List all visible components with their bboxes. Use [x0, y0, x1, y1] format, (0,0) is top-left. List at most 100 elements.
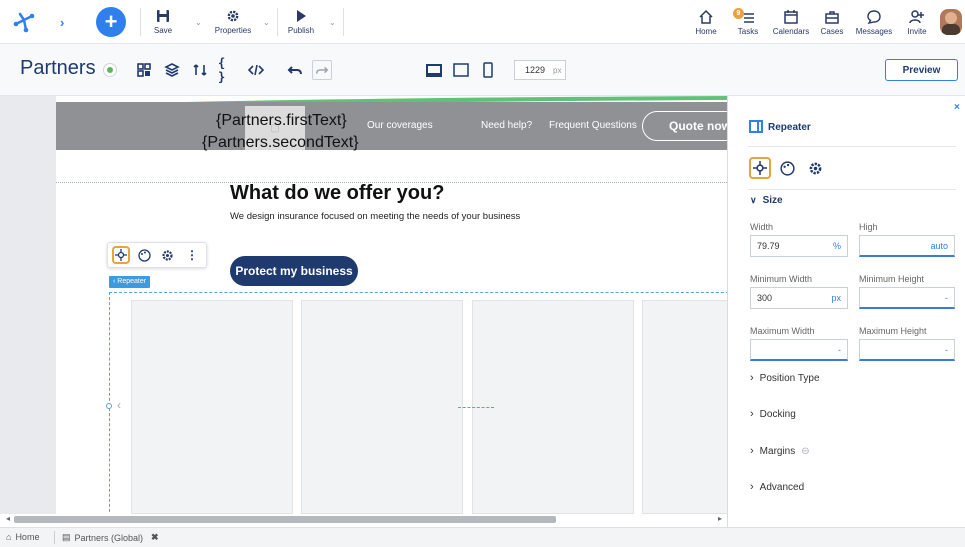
layers-icon[interactable] [162, 60, 182, 80]
tab-home-label: Home [15, 532, 40, 542]
close-tab-icon[interactable]: ✖ [151, 532, 159, 543]
properties-button[interactable]: Properties [210, 0, 256, 44]
publish-label: Publish [287, 26, 315, 35]
invite-button[interactable]: Invite [902, 0, 932, 44]
element-controls: ⋮ [107, 242, 207, 268]
preview-button[interactable]: Preview [885, 59, 958, 81]
gear-icon [227, 10, 239, 22]
save-button[interactable]: Save [148, 0, 178, 44]
properties-dropdown-chevron-icon[interactable]: ⌄ [263, 18, 270, 27]
high-label: High [859, 222, 878, 232]
canvas-width-field[interactable]: 1229 px [514, 60, 566, 80]
tab-home[interactable]: ⌂ Home [6, 532, 39, 542]
resize-handle[interactable] [106, 403, 112, 409]
min-height-value: - [945, 292, 948, 303]
nav-frequent-questions[interactable]: Frequent Questions [549, 120, 637, 131]
move-icon[interactable] [112, 246, 130, 264]
min-width-label: Minimum Width [750, 274, 813, 284]
quote-now-button[interactable]: Quote now [642, 111, 727, 141]
position-type-label: Position Type [759, 372, 820, 384]
size-section-label: Size [762, 195, 783, 206]
min-width-field[interactable]: 300 px [750, 287, 848, 309]
palette-icon[interactable] [778, 159, 796, 177]
tablet-view-icon[interactable] [451, 60, 471, 80]
max-width-value: - [838, 344, 841, 355]
chevron-right-icon: › [750, 408, 754, 420]
status-indicator [103, 63, 117, 77]
add-button[interactable]: + [96, 7, 126, 37]
scroll-right-icon[interactable]: ▸ [718, 514, 722, 523]
panel-title: Repeater [768, 122, 811, 133]
move-icon[interactable] [749, 157, 771, 179]
link-icon[interactable]: ⊖ [801, 446, 809, 457]
desktop-view-icon[interactable] [424, 60, 444, 80]
nav-our-coverages[interactable]: Our coverages [367, 120, 433, 131]
structure-icon[interactable] [134, 60, 154, 80]
page-title: Partners [20, 57, 96, 79]
horizontal-scrollbar-thumb[interactable] [14, 516, 556, 523]
header-first-text: {Partners.firstText} [216, 112, 347, 129]
tab-partners[interactable]: ▤ Partners (Global) ✖ [62, 532, 159, 543]
publish-button[interactable]: Publish [284, 0, 318, 44]
position-type-section[interactable]: › Position Type [750, 372, 820, 384]
undo-icon[interactable] [285, 60, 305, 80]
offer-heading: What do we offer you? [230, 182, 445, 204]
advanced-label: Advanced [759, 481, 805, 493]
max-width-field[interactable]: - [750, 339, 848, 361]
avatar[interactable] [940, 9, 962, 35]
min-height-field[interactable]: - [859, 287, 955, 309]
design-canvas: ▢ {Partners.firstText} {Partners.secondT… [0, 96, 727, 514]
cases-button[interactable]: Cases [818, 0, 846, 44]
advanced-section[interactable]: › Advanced [750, 481, 804, 493]
calendars-button[interactable]: Calendars [770, 0, 812, 44]
tasks-button[interactable]: Tasks [733, 0, 763, 44]
high-value: auto [930, 240, 948, 251]
repeater-column [301, 300, 463, 514]
panel-divider [748, 146, 956, 147]
settings-gear-icon[interactable] [806, 159, 824, 177]
save-icon [157, 10, 169, 22]
chat-bubble-icon [867, 9, 881, 24]
nav-need-help[interactable]: Need help? [481, 120, 532, 131]
toolbar-divider [277, 8, 278, 36]
scroll-left-icon[interactable]: ◂ [6, 514, 10, 523]
braces-icon[interactable]: { } [218, 56, 238, 84]
palette-icon[interactable] [135, 246, 153, 264]
redo-icon[interactable] [312, 60, 332, 80]
carousel-prev-icon[interactable]: ‹ [117, 398, 121, 412]
briefcase-icon [825, 10, 839, 24]
messages-button[interactable]: Messages [852, 0, 896, 44]
properties-label: Properties [214, 26, 252, 35]
chevron-down-icon: ∨ [750, 195, 757, 205]
min-height-label: Minimum Height [859, 274, 925, 284]
repeater-icon-bar [757, 120, 763, 133]
docking-section[interactable]: › Docking [750, 408, 796, 420]
home-button[interactable]: Home [690, 0, 722, 44]
home-icon: ⌂ [6, 532, 12, 542]
settings-gear-icon[interactable] [158, 246, 176, 264]
cases-label: Cases [820, 26, 844, 36]
save-dropdown-chevron-icon[interactable]: ⌄ [195, 18, 202, 27]
publish-dropdown-chevron-icon[interactable]: ⌄ [329, 18, 336, 27]
app-logo-icon[interactable] [12, 10, 36, 34]
more-options-icon[interactable]: ⋮ [183, 246, 201, 264]
toolbar-divider [343, 8, 344, 36]
size-section-header[interactable]: ∨ Size [750, 195, 783, 206]
chevron-right-icon[interactable]: › [60, 15, 64, 30]
width-field[interactable]: 79.79 % [750, 235, 848, 257]
mobile-view-icon[interactable] [478, 60, 498, 80]
repeater-tag[interactable]: ‹ Repeater [109, 276, 151, 288]
code-icon[interactable] [246, 60, 266, 80]
close-icon[interactable]: × [954, 102, 960, 113]
data-icon[interactable] [190, 60, 210, 80]
min-width-value: 300 [757, 293, 773, 303]
chevron-right-icon: › [750, 481, 754, 493]
width-label: Width [750, 222, 774, 232]
high-field[interactable]: auto [859, 235, 955, 257]
max-height-field[interactable]: - [859, 339, 955, 361]
repeater-column [472, 300, 634, 514]
margins-section[interactable]: › Margins ⊖ [750, 445, 810, 457]
drop-indicator [458, 407, 494, 408]
header-second-text: {Partners.secondText} [202, 134, 359, 151]
protect-business-button[interactable]: Protect my business [230, 256, 358, 286]
